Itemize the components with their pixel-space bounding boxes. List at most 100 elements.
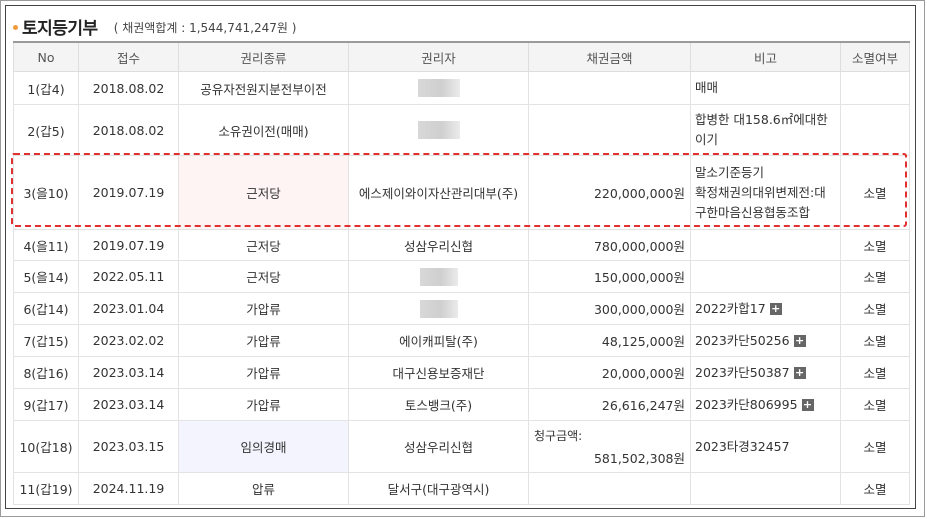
cell-amount: 220,000,000원 — [528, 155, 691, 230]
cell-amount: 300,000,000원 — [528, 292, 691, 325]
col-date: 접수 — [78, 41, 179, 72]
cell-no: 4(을11) — [13, 229, 79, 261]
cell-type: 임의경매 — [178, 420, 349, 473]
cell-holder — [348, 71, 529, 105]
claim-value: 581,502,308원 — [593, 451, 685, 466]
cell-extinct: 소멸 — [840, 388, 910, 421]
cell-no: 8(갑16) — [13, 356, 79, 389]
cell-no: 9(갑17) — [13, 388, 79, 421]
plus-icon[interactable]: + — [793, 335, 806, 347]
table-row: 5(을14) 2022.05.11 근저당 150,000,000원 소멸 — [13, 260, 910, 293]
cell-date: 2018.08.02 — [78, 104, 179, 156]
cell-note — [690, 229, 841, 261]
cell-no: 11(갑19) — [13, 472, 79, 505]
cell-type: 근저당 — [178, 229, 349, 261]
cell-holder: 에이캐피탈(주) — [348, 324, 529, 357]
cell-extinct: 소멸 — [840, 229, 910, 261]
cell-extinct — [840, 104, 910, 156]
col-holder: 권리자 — [348, 41, 529, 72]
masked-name — [419, 267, 458, 286]
cell-note: 2023타경32457 — [690, 420, 841, 473]
cell-no: 6(갑14) — [13, 292, 79, 325]
register-table: No 접수 권리종류 권리자 채권금액 비고 소멸여부 1(갑4) 2018.0… — [13, 41, 910, 505]
cell-type: 가압류 — [178, 324, 349, 357]
cell-no: 1(갑4) — [13, 71, 79, 105]
cell-note — [690, 260, 841, 293]
case-number: 2023카단50256 — [695, 332, 790, 348]
cell-type: 가압류 — [178, 356, 349, 389]
cell-holder — [348, 260, 529, 293]
cell-type: 공유자전원지분전부이전 — [178, 71, 349, 105]
cell-date: 2023.03.14 — [78, 388, 179, 421]
cell-extinct: 소멸 — [840, 155, 910, 230]
col-no: No — [13, 41, 79, 72]
cell-extinct: 소멸 — [840, 356, 910, 389]
cell-amount: 20,000,000원 — [528, 356, 691, 389]
cell-amount: 780,000,000원 — [528, 229, 691, 261]
plus-icon[interactable]: + — [801, 399, 814, 411]
cell-date: 2023.01.04 — [78, 292, 179, 325]
cell-no: 5(을14) — [13, 260, 79, 293]
table-row: 9(갑17) 2023.03.14 가압류 토스뱅크(주) 26,616,247… — [13, 388, 910, 421]
cell-extinct: 소멸 — [840, 420, 910, 473]
cell-no: 3(을10) — [13, 155, 79, 230]
cell-date: 2023.03.15 — [78, 420, 179, 473]
table-row: 1(갑4) 2018.08.02 공유자전원지분전부이전 매매 — [13, 71, 910, 105]
masked-name — [417, 79, 460, 97]
cell-type: 가압류 — [178, 388, 349, 421]
cell-amount: 48,125,000원 — [528, 324, 691, 357]
cell-type: 소유권이전(매매) — [178, 104, 349, 156]
cell-no: 2(갑5) — [13, 104, 79, 156]
cell-extinct: 소멸 — [840, 324, 910, 357]
cell-extinct: 소멸 — [840, 472, 910, 505]
claim-label: 청구금액: — [534, 429, 583, 443]
bullet-icon — [13, 24, 18, 30]
cell-note: 말소기준등기 확정채권의대위변제전:대구한마음신용협동조합 — [690, 155, 841, 230]
cell-type: 근저당 — [178, 260, 349, 293]
cell-note: 매매 — [690, 71, 841, 105]
case-number: 2022카합17 — [695, 300, 766, 316]
cell-date: 2018.08.02 — [78, 71, 179, 105]
cell-no: 10(갑18) — [13, 420, 79, 473]
cell-type: 가압류 — [178, 292, 349, 325]
col-amount: 채권금액 — [528, 41, 691, 72]
cell-type: 근저당 — [178, 155, 349, 230]
cell-note: 합병한 대158.6㎡에대한이기 — [690, 104, 841, 156]
claim-sum: ( 채권액합계 : 1,544,741,247원 ) — [113, 21, 297, 35]
plus-icon[interactable]: + — [793, 367, 806, 379]
cell-date: 2019.07.19 — [78, 155, 179, 230]
table-row: 11(갑19) 2024.11.19 압류 달서구(대구광역시) 소멸 — [13, 472, 910, 505]
cell-amount: 26,616,247원 — [528, 388, 691, 421]
cell-extinct: 소멸 — [840, 292, 910, 325]
table-row: 2(갑5) 2018.08.02 소유권이전(매매) 합병한 대158.6㎡에대… — [13, 104, 910, 156]
masked-name — [417, 121, 460, 139]
cell-holder: 성삼우리신협 — [348, 420, 529, 473]
table-row: 10(갑18) 2023.03.15 임의경매 성삼우리신협 청구금액: 581… — [13, 420, 910, 473]
cell-holder: 달서구(대구광역시) — [348, 472, 529, 505]
cell-no: 7(갑15) — [13, 324, 79, 357]
cell-date: 2023.03.14 — [78, 356, 179, 389]
table-row: 8(갑16) 2023.03.14 가압류 대구신용보증재단 20,000,00… — [13, 356, 910, 389]
section-header: 토지등기부 ( 채권액합계 : 1,544,741,247원 ) — [13, 14, 297, 39]
cell-date: 2022.05.11 — [78, 260, 179, 293]
table-row: 7(갑15) 2023.02.02 가압류 에이캐피탈(주) 48,125,00… — [13, 324, 910, 357]
cell-amount: 청구금액: 581,502,308원 — [528, 420, 691, 473]
cell-holder: 토스뱅크(주) — [348, 388, 529, 421]
col-extinct: 소멸여부 — [840, 41, 910, 72]
cell-type: 압류 — [178, 472, 349, 505]
table-header-row: No 접수 권리종류 권리자 채권금액 비고 소멸여부 — [13, 41, 910, 72]
section-title: 토지등기부 — [22, 18, 98, 39]
cell-holder: 에스제이와이자산관리대부(주) — [348, 155, 529, 230]
cell-amount — [528, 71, 691, 105]
plus-icon[interactable]: + — [769, 303, 782, 315]
cell-note — [690, 472, 841, 505]
cell-note: 2022카합17 + — [690, 292, 841, 325]
cell-date: 2024.11.19 — [78, 472, 179, 505]
cell-note: 2023카단50256 + — [690, 324, 841, 357]
cell-note: 2023카단806995 + — [690, 388, 841, 421]
cell-amount — [528, 104, 691, 156]
case-number: 2023카단806995 — [695, 396, 798, 412]
cell-holder — [348, 292, 529, 325]
cell-extinct — [840, 71, 910, 105]
masked-name — [419, 299, 458, 318]
